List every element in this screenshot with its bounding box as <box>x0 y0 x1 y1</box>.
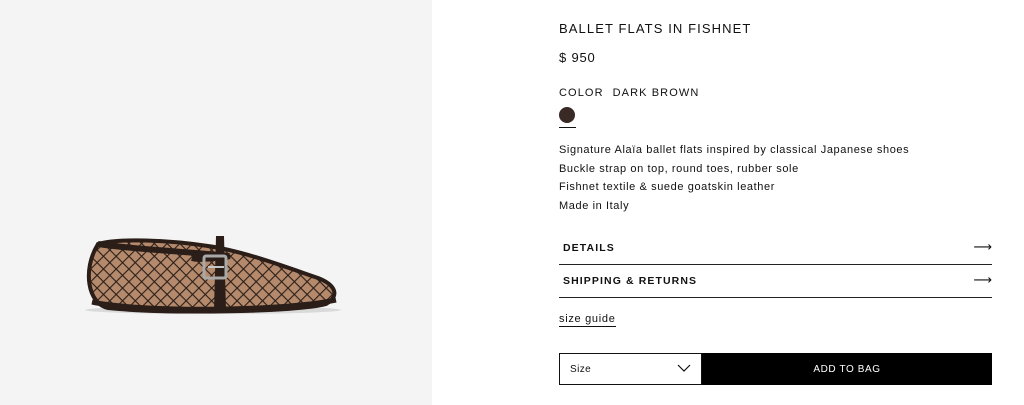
description-line: Made in Italy <box>559 199 630 212</box>
color-row: COLOR DARK BROWN <box>559 87 699 99</box>
product-title: BALLET FLATS IN FISHNET <box>559 21 752 36</box>
product-description: Signature Alaïa ballet flats inspired by… <box>559 141 909 215</box>
swatch-selected-indicator <box>559 127 576 128</box>
product-image-panel <box>0 0 432 405</box>
color-swatch[interactable] <box>559 107 575 123</box>
color-label: COLOR <box>559 87 604 99</box>
arrow-right-icon: ⟶ <box>973 239 992 254</box>
description-line: Signature Alaïa ballet flats inspired by… <box>559 144 910 156</box>
chevron-down-icon <box>677 364 691 372</box>
ballet-flat-image <box>85 236 341 314</box>
color-value: DARK BROWN <box>612 87 700 99</box>
shipping-returns-label: SHIPPING & RETURNS <box>563 275 698 287</box>
description-line: Fishnet textile & suede goatskin leather <box>559 181 776 193</box>
arrow-right-icon: ⟶ <box>973 272 992 287</box>
add-to-bag-button[interactable]: ADD TO BAG <box>702 353 992 385</box>
shipping-returns-accordion[interactable]: SHIPPING & RETURNS ⟶ <box>559 264 992 298</box>
details-label: DETAILS <box>563 242 615 254</box>
description-line: Buckle strap on top, round toes, rubber … <box>559 162 799 175</box>
size-select[interactable]: Size <box>559 353 702 385</box>
size-guide-link[interactable]: size guide <box>559 313 616 327</box>
size-select-label: Size <box>570 364 592 375</box>
details-accordion[interactable]: DETAILS ⟶ <box>559 231 992 265</box>
product-price: $ 950 <box>559 50 596 65</box>
